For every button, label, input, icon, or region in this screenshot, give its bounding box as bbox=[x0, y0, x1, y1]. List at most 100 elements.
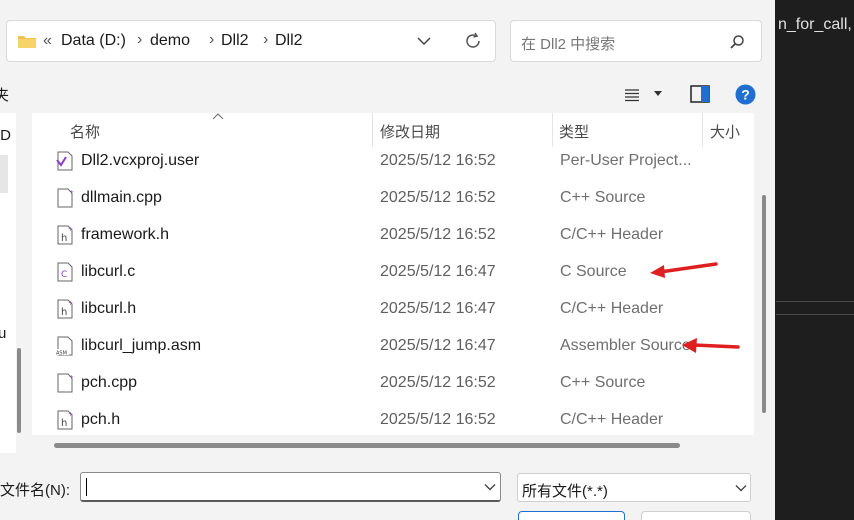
breadcrumb-item-drive[interactable]: Data (D:) bbox=[61, 32, 126, 50]
header-file-icon: h + bbox=[57, 410, 73, 430]
open-button[interactable] bbox=[518, 511, 625, 520]
file-name: libcurl.c bbox=[81, 263, 136, 280]
file-date: 2025/5/12 16:52 bbox=[380, 226, 496, 243]
table-row[interactable]: h + framework.h 2025/5/12 16:52 C/C++ He… bbox=[32, 217, 754, 254]
column-divider[interactable] bbox=[372, 113, 373, 147]
asm-file-icon: ASM bbox=[56, 336, 73, 357]
svg-text:++: ++ bbox=[69, 189, 74, 196]
help-icon[interactable]: ? bbox=[735, 84, 756, 105]
table-row[interactable]: ++ pch.cpp 2025/5/12 16:52 C++ Source bbox=[32, 365, 754, 402]
text-caret bbox=[86, 478, 87, 496]
file-date: 2025/5/12 16:47 bbox=[380, 337, 496, 354]
file-type: Assembler Source bbox=[560, 337, 691, 354]
folder-icon bbox=[18, 36, 36, 48]
file-date: 2025/5/12 16:47 bbox=[380, 300, 496, 317]
editor-divider bbox=[776, 314, 854, 315]
view-menu-icon[interactable] bbox=[624, 88, 640, 102]
chevron-down-icon[interactable] bbox=[735, 484, 747, 492]
column-divider[interactable] bbox=[702, 113, 703, 147]
column-header-date[interactable]: 修改日期 bbox=[380, 121, 440, 142]
cpp-file-icon: ++ bbox=[57, 188, 74, 208]
breadcrumb-item-demo[interactable]: demo bbox=[150, 32, 190, 50]
file-list-vertical-scrollbar[interactable] bbox=[762, 195, 766, 413]
filename-label: 文件名(N): bbox=[0, 482, 70, 499]
svg-text:ASM: ASM bbox=[56, 351, 67, 357]
editor-divider bbox=[776, 301, 854, 302]
sort-ascending-icon bbox=[212, 113, 224, 120]
file-name: Dll2.vcxproj.user bbox=[81, 152, 200, 169]
c-file-icon: C bbox=[57, 262, 73, 282]
breadcrumb-separator: › bbox=[209, 31, 215, 48]
search-input[interactable]: 在 Dll2 中搜索 bbox=[521, 33, 615, 54]
column-header-size[interactable]: 大小 bbox=[710, 121, 740, 142]
header-file-icon: h + bbox=[57, 225, 73, 245]
file-type: C/C++ Header bbox=[560, 411, 664, 428]
breadcrumb-item-dll2[interactable]: Dll2 bbox=[221, 32, 249, 50]
column-header-name[interactable]: 名称 bbox=[70, 121, 100, 142]
nav-item-fragment[interactable]: [D bbox=[0, 127, 11, 144]
file-name: pch.cpp bbox=[81, 374, 138, 391]
nav-pane-scrollbar[interactable] bbox=[17, 348, 21, 433]
nav-item-fragment[interactable]: u bbox=[0, 325, 6, 342]
svg-text:+: + bbox=[68, 226, 73, 233]
filename-input[interactable] bbox=[80, 472, 501, 502]
file-list[interactable]: 名称 修改日期 类型 大小 Dll2.vcxproj.user 2025/5/1… bbox=[32, 113, 754, 435]
table-row[interactable]: h + libcurl.h 2025/5/12 16:47 C/C++ Head… bbox=[32, 291, 754, 328]
table-row[interactable]: ++ dllmain.cpp 2025/5/12 16:52 C++ Sourc… bbox=[32, 180, 754, 217]
file-name: libcurl.h bbox=[81, 300, 137, 317]
file-date: 2025/5/12 16:52 bbox=[380, 374, 496, 391]
svg-text:C: C bbox=[61, 270, 67, 280]
svg-text:+: + bbox=[68, 300, 73, 307]
search-box[interactable]: 在 Dll2 中搜索 bbox=[510, 20, 762, 62]
column-header-type[interactable]: 类型 bbox=[559, 121, 589, 142]
breadcrumb-separator: › bbox=[137, 31, 143, 48]
file-name: libcurl_jump.asm bbox=[81, 337, 202, 354]
svg-text:h: h bbox=[61, 307, 67, 318]
file-type: Per-User Project... bbox=[560, 152, 692, 169]
file-date: 2025/5/12 16:52 bbox=[380, 189, 496, 206]
file-type-select-value: 所有文件(*.*) bbox=[522, 483, 608, 500]
breadcrumb-overflow[interactable]: « bbox=[43, 32, 52, 50]
file-date: 2025/5/12 16:47 bbox=[380, 263, 496, 280]
file-name: framework.h bbox=[81, 226, 170, 243]
svg-text:+: + bbox=[68, 411, 73, 418]
file-name: dllmain.cpp bbox=[81, 189, 162, 206]
svg-text:h: h bbox=[61, 233, 67, 244]
file-type: C++ Source bbox=[560, 374, 646, 391]
chevron-down-icon[interactable] bbox=[417, 36, 431, 46]
file-open-dialog: « Data (D:) › demo › Dll2 › Dll2 在 Dll2 … bbox=[0, 0, 775, 520]
view-dropdown-icon[interactable] bbox=[653, 91, 663, 97]
file-type: C++ Source bbox=[560, 189, 646, 206]
svg-text:++: ++ bbox=[69, 374, 74, 381]
breadcrumb-separator: › bbox=[263, 31, 269, 48]
preview-pane-icon[interactable] bbox=[690, 85, 710, 103]
nav-item-selected[interactable] bbox=[0, 155, 8, 193]
file-name: pch.h bbox=[81, 411, 121, 428]
svg-text:h: h bbox=[61, 418, 67, 429]
svg-text:?: ? bbox=[741, 87, 750, 103]
search-icon[interactable] bbox=[729, 34, 745, 50]
table-row[interactable]: C libcurl.c 2025/5/12 16:47 C Source bbox=[32, 254, 754, 291]
refresh-icon[interactable] bbox=[463, 31, 483, 51]
file-date: 2025/5/12 16:52 bbox=[380, 411, 496, 428]
address-bar[interactable]: « Data (D:) › demo › Dll2 › Dll2 bbox=[6, 20, 496, 62]
file-list-horizontal-scrollbar[interactable] bbox=[54, 443, 680, 448]
cancel-button[interactable] bbox=[641, 511, 751, 520]
table-row[interactable]: Dll2.vcxproj.user 2025/5/12 16:52 Per-Us… bbox=[32, 143, 754, 180]
navigation-pane[interactable]: [D u bbox=[0, 113, 16, 453]
file-type: C/C++ Header bbox=[560, 226, 664, 243]
editor-window bbox=[775, 0, 854, 520]
annotation-arrow bbox=[682, 338, 740, 353]
breadcrumb-item-dll2-current[interactable]: Dll2 bbox=[275, 32, 303, 50]
header-file-icon: h + bbox=[57, 299, 73, 319]
column-divider[interactable] bbox=[552, 113, 553, 147]
file-type-select[interactable]: 所有文件(*.*) bbox=[517, 473, 751, 502]
cpp-file-icon: ++ bbox=[57, 373, 74, 393]
file-date: 2025/5/12 16:52 bbox=[380, 152, 496, 169]
new-folder-button-label[interactable]: 夹 bbox=[0, 84, 9, 105]
table-row[interactable]: ASM libcurl_jump.asm 2025/5/12 16:47 Ass… bbox=[32, 328, 754, 365]
editor-code-text: n_for_call, l bbox=[778, 16, 854, 33]
table-row[interactable]: h + pch.h 2025/5/12 16:52 C/C++ Header bbox=[32, 402, 754, 435]
chevron-down-icon[interactable] bbox=[484, 483, 496, 491]
annotation-arrow bbox=[650, 262, 718, 278]
